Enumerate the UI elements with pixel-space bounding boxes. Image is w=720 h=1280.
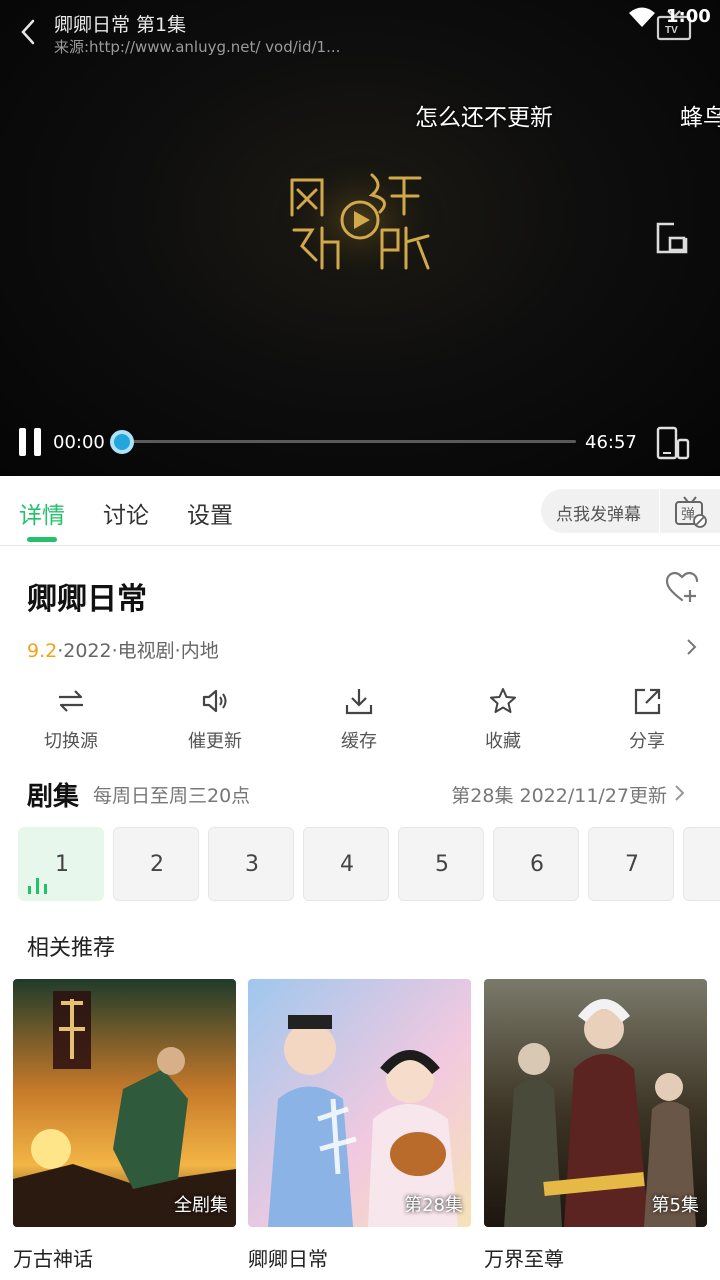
svg-text:弹: 弹: [681, 507, 695, 523]
tab-details[interactable]: 详情: [19, 496, 65, 530]
video-title: 卿卿日常 第1集: [54, 14, 187, 36]
episode-item[interactable]: [683, 827, 720, 901]
download-button[interactable]: 缓存: [309, 684, 409, 756]
video-source: 来源:http://www.anluyg.net/ vod/id/1...: [54, 38, 341, 56]
episode-number: 7: [625, 852, 639, 877]
poster-image: 全剧集: [13, 979, 236, 1227]
episode-item[interactable]: 7: [588, 827, 674, 901]
episode-item[interactable]: 2: [113, 827, 199, 901]
status-time: 1:00: [666, 6, 711, 27]
now-playing-icon: [28, 878, 47, 894]
episode-number: 5: [435, 852, 449, 877]
collect-button[interactable]: 收藏: [453, 684, 553, 756]
switch-source-icon: [59, 690, 83, 712]
danmaku-input[interactable]: 点我发弹幕: [556, 500, 641, 525]
recommend-name: 卿卿日常: [248, 1247, 328, 1271]
recommend-card[interactable]: 第5集 万界至尊: [484, 979, 707, 1271]
poster-art: [484, 979, 707, 1227]
episode-badge: 全剧集: [174, 1195, 228, 1216]
episodes-header[interactable]: 剧集 每周日至周三20点 第28集 2022/11/27更新: [27, 776, 697, 812]
action-label: 缓存: [341, 731, 377, 752]
recommend-name: 万古神话: [13, 1247, 93, 1271]
share-icon: [634, 688, 661, 715]
episode-item[interactable]: 3: [208, 827, 294, 901]
video-player[interactable]: 卿卿日常 第1集 来源:http://www.anluyg.net/ vod/i…: [0, 0, 720, 476]
active-tab-indicator: [27, 537, 57, 542]
action-label: 催更新: [188, 731, 242, 752]
tab-discussion[interactable]: 讨论: [103, 496, 149, 530]
episodes-update: 第28集 2022/11/27更新: [451, 785, 667, 807]
recommend-card[interactable]: 全剧集 万古神话: [13, 979, 236, 1271]
meta-info: ·2022·电视剧·内地: [57, 640, 219, 662]
screen-rotate-icon[interactable]: [654, 424, 692, 462]
picture-in-picture-icon[interactable]: [652, 218, 692, 258]
danmaku-entry[interactable]: 点我发弹幕 弹: [541, 489, 720, 533]
switch-source-button[interactable]: 切换源: [21, 684, 121, 756]
episode-item[interactable]: 1: [18, 827, 104, 901]
tab-settings[interactable]: 设置: [187, 496, 233, 530]
action-row: 切换源 催更新 缓存 收藏 分享: [0, 684, 720, 756]
show-meta[interactable]: 9.2·2022·电视剧·内地: [27, 636, 219, 663]
episode-item[interactable]: 6: [493, 827, 579, 901]
poster-art: [13, 979, 236, 1227]
download-icon: [345, 689, 373, 715]
episode-number: 1: [55, 852, 69, 877]
player-controls: 00:00 46:57: [0, 420, 720, 466]
action-label: 分享: [629, 731, 665, 752]
danmaku-comment: 怎么还不更新: [415, 105, 553, 131]
show-title: 卿卿日常: [27, 582, 147, 617]
progress-handle[interactable]: [110, 430, 134, 454]
urge-update-button[interactable]: 催更新: [165, 684, 265, 756]
back-button[interactable]: [12, 12, 44, 52]
episode-number: 3: [245, 852, 259, 877]
rating-score: 9.2: [27, 640, 58, 662]
danmaku-toggle-icon[interactable]: 弹: [672, 493, 708, 529]
episodes-schedule: 每周日至周三20点: [93, 785, 251, 807]
channel-logo-mark: [272, 150, 448, 290]
episode-item[interactable]: 5: [398, 827, 484, 901]
episode-badge: 第28集: [404, 1195, 463, 1216]
recommend-list: 全剧集 万古神话 第28集 卿卿日常 第5集 万界至尊: [0, 979, 720, 1279]
action-label: 收藏: [485, 731, 521, 752]
favorite-add-icon[interactable]: [664, 570, 700, 604]
episode-item[interactable]: 4: [303, 827, 389, 901]
episode-number: 6: [530, 852, 544, 877]
recommend-title: 相关推荐: [27, 936, 116, 961]
poster-image: 第5集: [484, 979, 707, 1227]
episodes-title: 剧集: [27, 782, 80, 812]
progress-bar[interactable]: [110, 430, 576, 454]
pause-icon: [34, 428, 41, 456]
back-arrow-icon: [21, 19, 35, 45]
episode-number: 2: [150, 852, 164, 877]
speaker-icon: [202, 689, 227, 713]
action-label: 切换源: [44, 731, 98, 752]
star-icon: [490, 688, 516, 713]
wifi-icon: [629, 7, 655, 27]
current-time: 00:00: [53, 432, 105, 453]
tab-bar: 详情 讨论 设置 点我发弹幕 弹: [0, 476, 720, 546]
recommend-name: 万界至尊: [484, 1247, 564, 1271]
episode-badge: 第5集: [651, 1195, 699, 1216]
danmaku-comment: 蜂鸟: [680, 105, 720, 131]
poster-image: 第28集: [248, 979, 471, 1227]
poster-art: [248, 979, 471, 1227]
pause-icon: [19, 428, 26, 456]
episode-list: 1 2 3 4 5 6 7: [18, 827, 720, 903]
chevron-right-icon: [675, 785, 685, 801]
episode-number: 4: [340, 852, 354, 877]
chevron-right-icon[interactable]: [682, 636, 700, 658]
player-top-bar: 卿卿日常 第1集 来源:http://www.anluyg.net/ vod/i…: [0, 0, 720, 64]
divider: [659, 489, 660, 533]
recommend-card[interactable]: 第28集 卿卿日常: [248, 979, 471, 1271]
share-button[interactable]: 分享: [597, 684, 697, 756]
pause-button[interactable]: [14, 426, 48, 458]
total-time: 46:57: [585, 432, 637, 453]
